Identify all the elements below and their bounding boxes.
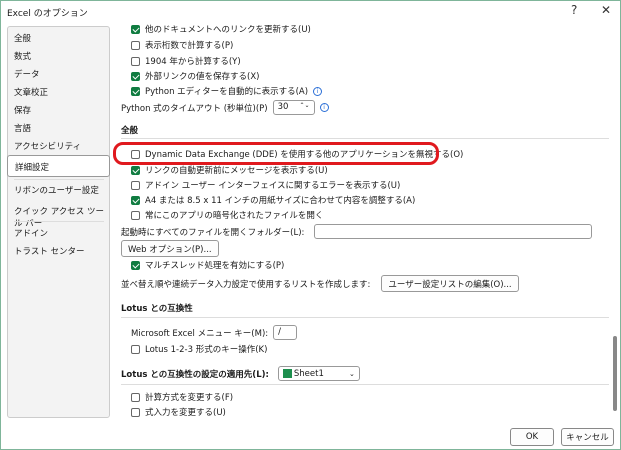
- startup-folder-input[interactable]: [314, 224, 593, 239]
- web-options-row: Web オプション(P)...: [121, 240, 219, 257]
- checkbox[interactable]: [131, 210, 140, 220]
- lotus-settings-row: Lotus との互換性の設定の適用先(L): Sheet1 ⌄: [121, 366, 360, 381]
- checkbox-multithreading[interactable]: マルチスレッド処理を有効にする(P): [131, 259, 284, 271]
- sheet-icon: [282, 369, 292, 378]
- chevron-down-icon: ⌄: [349, 369, 355, 378]
- options-dialog: Excel のオプション ? ✕ 全般 数式 データ 文章校正 保存 言語 アク…: [0, 0, 621, 450]
- label: Microsoft Excel メニュー キー(M):: [131, 328, 269, 339]
- menu-key-input[interactable]: /: [273, 325, 298, 340]
- checkbox[interactable]: [131, 40, 140, 50]
- checkbox[interactable]: [131, 24, 140, 34]
- label: リンクの自動更新前にメッセージを表示する(U): [145, 166, 328, 176]
- menu-key-row: Microsoft Excel メニュー キー(M): /: [131, 325, 298, 340]
- sidebar-item-trust-center[interactable]: トラスト センター: [14, 245, 85, 257]
- divider: [14, 221, 104, 222]
- highlight-annotation: [113, 142, 439, 165]
- label: 表示桁数で計算する(P): [145, 41, 234, 51]
- label: A4 または 8.5 x 11 インチの用紙サイズに合わせて内容を調整する(A): [145, 196, 416, 206]
- checkbox-precision-as-displayed[interactable]: 表示桁数で計算する(P): [131, 39, 233, 51]
- checkbox[interactable]: [131, 165, 140, 175]
- checkbox[interactable]: [131, 195, 140, 205]
- ok-button[interactable]: OK: [510, 428, 554, 446]
- label: Lotus 1-2-3 形式のキー操作(K): [145, 345, 268, 355]
- label: 常にこのアプリの暗号化されたファイルを開く: [145, 211, 324, 221]
- checkbox-open-encrypted-files[interactable]: 常にこのアプリの暗号化されたファイルを開く: [131, 209, 323, 221]
- sidebar-item-data[interactable]: データ: [14, 68, 40, 80]
- section-header-lotus-settings: Lotus との互換性の設定の適用先(L):: [121, 369, 269, 380]
- checkbox-transition-formula-evaluation[interactable]: 計算方式を変更する(F): [131, 391, 233, 403]
- divider: [121, 384, 609, 385]
- checkbox-addin-ui-errors[interactable]: アドイン ユーザー インターフェイスに関するエラーを表示する(U): [131, 179, 400, 191]
- section-header-general: 全般: [121, 126, 139, 136]
- divider: [14, 179, 104, 180]
- label: マルチスレッド処理を有効にする(P): [145, 261, 285, 271]
- checkbox-ask-update-links[interactable]: リンクの自動更新前にメッセージを表示する(U): [131, 164, 328, 176]
- checkbox[interactable]: [131, 86, 140, 96]
- sidebar-item-advanced[interactable]: 詳細設定: [7, 155, 110, 177]
- checkbox-python-editor[interactable]: Python エディターを自動的に表示する(A) i: [131, 85, 323, 97]
- label: 式入力を変更する(U): [145, 408, 226, 418]
- sidebar-item-quick-access-toolbar[interactable]: クイック アクセス ツール バー: [14, 205, 109, 229]
- info-icon[interactable]: i: [313, 86, 323, 96]
- label: 他のドキュメントへのリンクを更新する(U): [145, 25, 311, 35]
- python-timeout-spinner[interactable]: 30 ⌃⌄: [272, 100, 315, 115]
- python-timeout-row: Python 式のタイムアウト (秒単位)(P) 30 ⌃⌄ i: [121, 100, 329, 115]
- checkbox[interactable]: [131, 392, 140, 402]
- sidebar-item-proofing[interactable]: 文章校正: [14, 86, 48, 98]
- startup-folder-row: 起動時にすべてのファイルを開くフォルダー(L):: [121, 224, 593, 239]
- checkbox[interactable]: [131, 180, 140, 190]
- checkbox[interactable]: [131, 56, 140, 66]
- edit-custom-lists-button[interactable]: ユーザー設定リストの編集(O)...: [381, 275, 519, 292]
- sidebar-item-customize-ribbon[interactable]: リボンのユーザー設定: [14, 184, 99, 196]
- checkbox-lotus-navigation-keys[interactable]: Lotus 1-2-3 形式のキー操作(K): [131, 343, 267, 355]
- divider: [121, 138, 609, 139]
- custom-lists-row: 並べ替え順や連続データ入力設定で使用するリストを作成します: ユーザー設定リストの…: [121, 275, 519, 292]
- checkbox-save-external-link-values[interactable]: 外部リンクの値を保存する(X): [131, 70, 259, 82]
- sidebar-item-general[interactable]: 全般: [14, 32, 31, 44]
- checkbox[interactable]: [131, 344, 140, 354]
- info-icon[interactable]: i: [319, 103, 329, 112]
- sidebar: 全般 数式 データ 文章校正 保存 言語 アクセシビリティ 詳細設定 リボンのユ…: [7, 26, 110, 418]
- settings-panel: 他のドキュメントへのリンクを更新する(U) 表示桁数で計算する(P) 1904 …: [111, 19, 609, 418]
- web-options-button[interactable]: Web オプション(P)...: [121, 240, 219, 257]
- sidebar-item-language[interactable]: 言語: [14, 122, 31, 134]
- sheet-select[interactable]: Sheet1 ⌄: [277, 366, 360, 381]
- divider: [121, 317, 609, 318]
- label: Python 式のタイムアウト (秒単位)(P): [121, 103, 268, 114]
- window-title: Excel のオプション: [7, 9, 88, 19]
- cancel-button[interactable]: キャンセル: [561, 428, 614, 446]
- sidebar-item-addins[interactable]: アドイン: [14, 227, 48, 239]
- checkbox-transition-formula-entry[interactable]: 式入力を変更する(U): [131, 406, 226, 418]
- label: Python エディターを自動的に表示する(A): [145, 87, 309, 97]
- label: 1904 年から計算する(Y): [145, 57, 241, 67]
- label: 並べ替え順や連続データ入力設定で使用するリストを作成します:: [121, 279, 371, 290]
- close-button[interactable]: ✕: [601, 3, 611, 17]
- checkbox[interactable]: [131, 71, 140, 81]
- selected-sheet: Sheet1: [293, 368, 324, 379]
- scrollbar[interactable]: [610, 19, 620, 418]
- checkbox-1904-date[interactable]: 1904 年から計算する(Y): [131, 55, 241, 67]
- sidebar-item-accessibility[interactable]: アクセシビリティ: [14, 140, 81, 152]
- value: 30: [277, 102, 289, 112]
- checkbox-scale-paper-size[interactable]: A4 または 8.5 x 11 インチの用紙サイズに合わせて内容を調整する(A): [131, 194, 415, 206]
- checkbox[interactable]: [131, 407, 140, 417]
- scrollbar-thumb[interactable]: [613, 336, 617, 411]
- checkbox-update-links[interactable]: 他のドキュメントへのリンクを更新する(U): [131, 23, 311, 35]
- help-button[interactable]: ?: [571, 3, 577, 17]
- label: 外部リンクの値を保存する(X): [145, 72, 260, 82]
- label: 起動時にすべてのファイルを開くフォルダー(L):: [121, 227, 305, 238]
- spinner-arrows-icon[interactable]: ⌃⌄: [300, 102, 310, 113]
- checkbox[interactable]: [131, 260, 140, 270]
- sidebar-item-formulas[interactable]: 数式: [14, 50, 31, 62]
- section-header-lotus: Lotus との互換性: [121, 304, 193, 314]
- label: アドイン ユーザー インターフェイスに関するエラーを表示する(U): [145, 181, 401, 191]
- sidebar-item-save[interactable]: 保存: [14, 104, 31, 116]
- label: 計算方式を変更する(F): [145, 393, 234, 403]
